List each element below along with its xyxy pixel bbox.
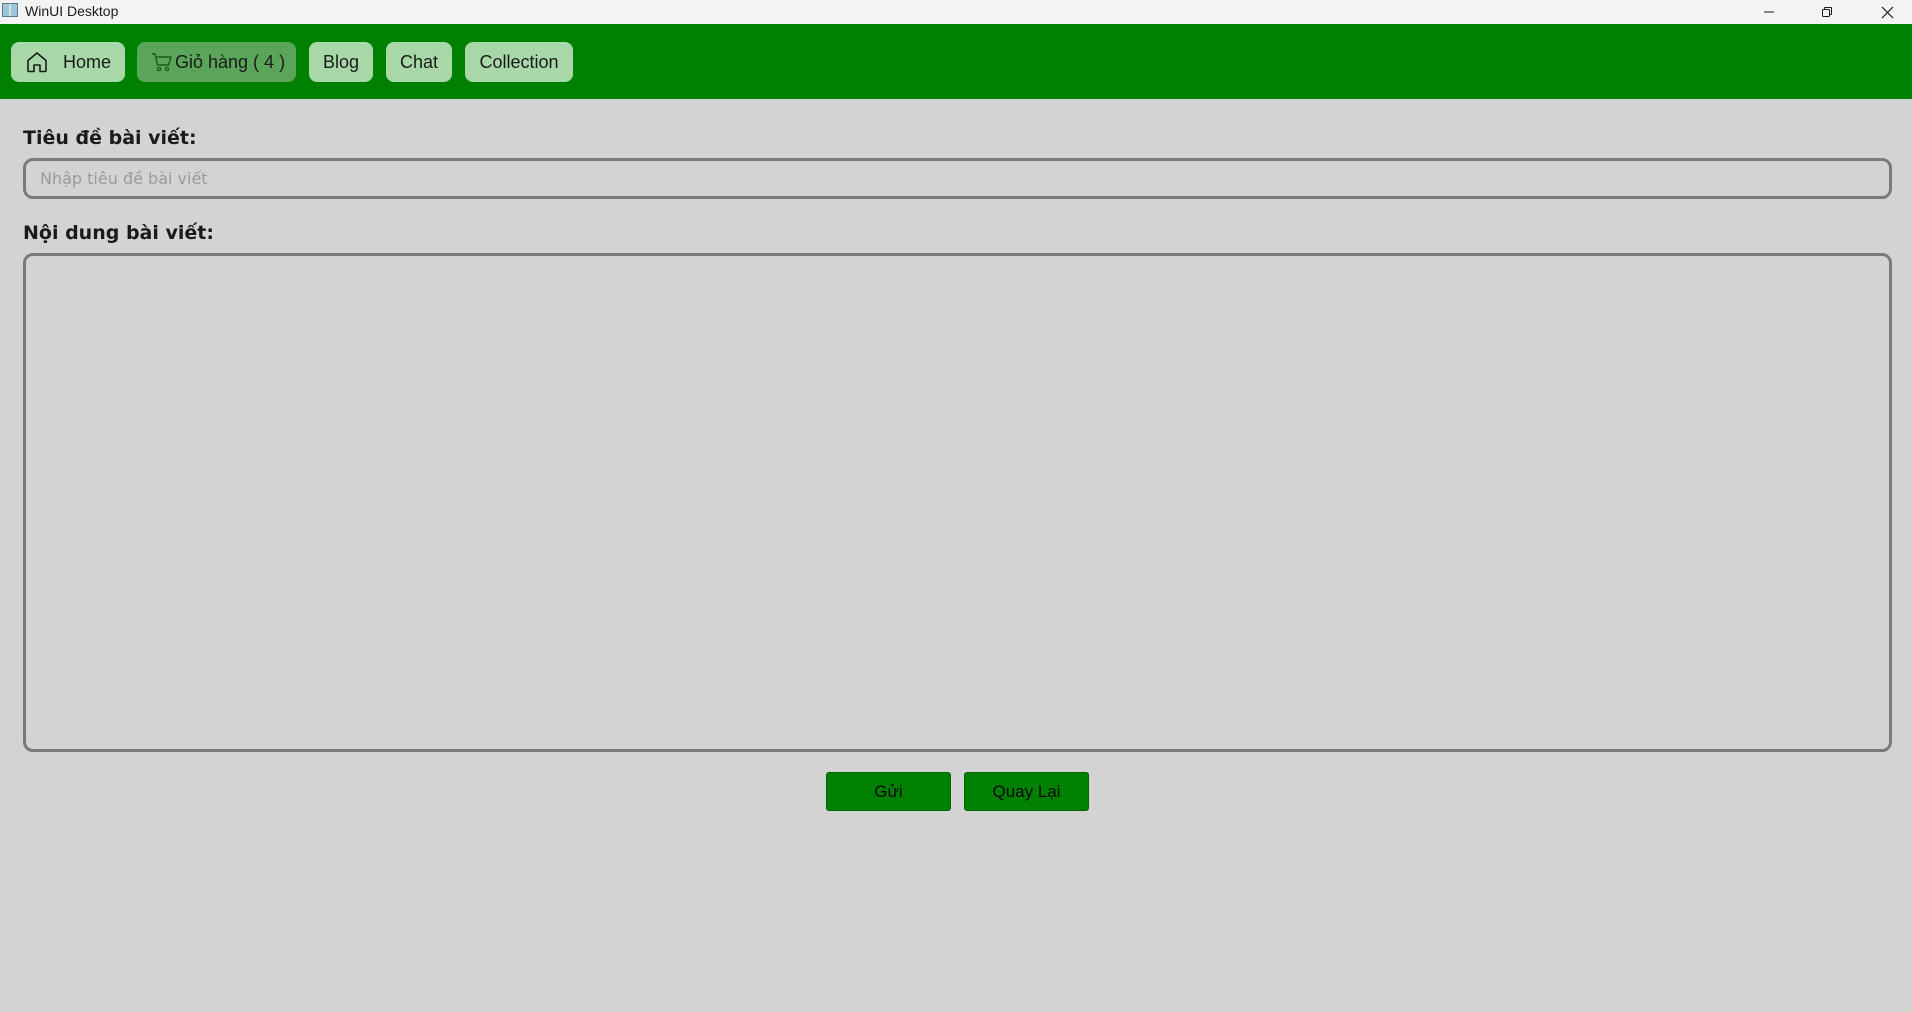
- minimize-icon: [1764, 11, 1774, 13]
- post-content-textarea[interactable]: [23, 253, 1892, 752]
- nav-collection-button[interactable]: Collection: [465, 42, 573, 82]
- back-button-label: Quay Lại: [992, 781, 1061, 801]
- restore-button[interactable]: [1804, 0, 1850, 24]
- restore-icon: [1822, 7, 1832, 17]
- nav-cart-label: Giỏ hàng ( 4 ): [175, 51, 286, 72]
- post-content-label: Nội dung bài viết:: [23, 222, 214, 244]
- window-title: WinUI Desktop: [25, 3, 119, 19]
- post-title-label: Tiêu đề bài viết:: [23, 127, 197, 149]
- nav-chat-label: Chat: [399, 51, 439, 72]
- close-button[interactable]: [1864, 0, 1910, 24]
- nav-home-label: Home: [63, 51, 112, 72]
- send-button-label: Gửi: [874, 781, 903, 801]
- nav-collection-label: Collection: [479, 51, 559, 72]
- title-bar: WinUI Desktop: [0, 0, 1912, 24]
- app-icon: [2, 3, 18, 17]
- cart-icon: [151, 51, 173, 73]
- nav-home-button[interactable]: Home: [11, 42, 125, 82]
- nav-cart-button[interactable]: Giỏ hàng ( 4 ): [137, 42, 296, 82]
- nav-chat-button[interactable]: Chat: [386, 42, 452, 82]
- nav-blog-button[interactable]: Blog: [309, 42, 373, 82]
- nav-blog-label: Blog: [322, 51, 360, 72]
- home-icon: [25, 50, 49, 74]
- back-button[interactable]: Quay Lại: [964, 772, 1089, 811]
- nav-bar: Home Giỏ hàng ( 4 ) Blog Chat Collection: [0, 24, 1912, 99]
- post-title-input[interactable]: [23, 158, 1892, 199]
- minimize-button[interactable]: [1746, 0, 1792, 24]
- close-icon: [1881, 6, 1893, 18]
- send-button[interactable]: Gửi: [826, 772, 951, 811]
